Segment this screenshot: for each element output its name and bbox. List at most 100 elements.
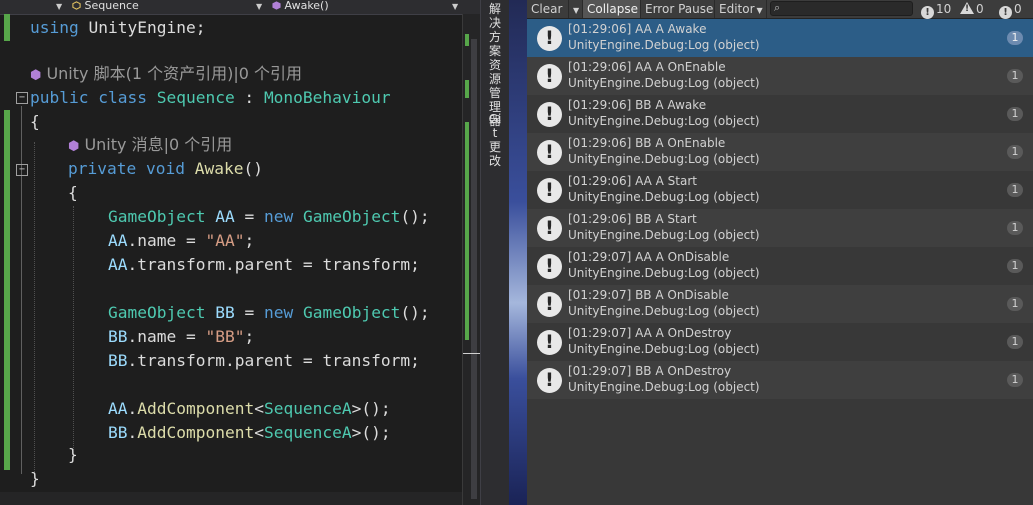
code-line-bb-addcomponent: BB.AddComponent<SequenceA>(); xyxy=(108,423,391,442)
code-line-new-bb: GameObject BB = new GameObject(); xyxy=(108,303,430,322)
code-editor[interactable]: ▼ Sequence ▼ Awake() ▼ − − using UnityEn… xyxy=(0,0,480,505)
console-log-entry[interactable]: ! [01:29:07] AA A OnDestroy UnityEngine.De… xyxy=(527,323,1033,361)
log-message: [01:29:06] BB A Start xyxy=(568,212,697,226)
method-dropdown[interactable]: Awake() xyxy=(272,0,329,14)
editor-dropdown[interactable]: Editor ▼ xyxy=(715,0,767,18)
log-message: [01:29:07] AA A OnDisable xyxy=(568,250,730,264)
console-log-entry[interactable]: ! [01:29:06] BB A Start UnityEngine.Debug:… xyxy=(527,209,1033,247)
chevron-down-icon: ▼ xyxy=(756,6,763,15)
console-log-entry[interactable]: ! [01:29:07] BB A OnDisable UnityEngine.De… xyxy=(527,285,1033,323)
info-icon: ! xyxy=(921,6,934,19)
method-dropdown-label: Awake() xyxy=(284,0,329,12)
collapse-toggle[interactable]: Collapse xyxy=(583,0,641,18)
code-line-bb-name: BB.name = "BB"; xyxy=(108,327,255,346)
unity-icon: ⬢ xyxy=(30,68,42,83)
info-icon: ! xyxy=(537,254,562,279)
collapse-count-badge: 1 xyxy=(1007,31,1023,45)
collapse-count-badge: 1 xyxy=(1007,259,1023,273)
log-message: [01:29:06] BB A Awake xyxy=(568,98,707,112)
log-stack-trace: UnityEngine.Debug:Log (object) xyxy=(568,152,760,166)
indent-guide xyxy=(34,142,35,472)
indent-guide xyxy=(73,206,74,450)
method-dropdown-arrow[interactable]: ▼ xyxy=(452,0,458,14)
console-log-entry[interactable]: ! [01:29:06] AA A Start UnityEngine.Debug:… xyxy=(527,171,1033,209)
class-dropdown-arrow[interactable]: ▼ xyxy=(256,0,262,14)
log-message: [01:29:07] BB A OnDisable xyxy=(568,288,729,302)
class-icon xyxy=(72,1,81,10)
info-icon: ! xyxy=(537,178,562,203)
collapse-count-badge: 1 xyxy=(1007,297,1023,311)
info-icon: ! xyxy=(537,330,562,355)
console-empty-area xyxy=(527,399,1033,505)
code-line-aa-parent: AA.transform.parent = transform; xyxy=(108,255,420,274)
info-icon: ! xyxy=(537,140,562,165)
code-line-class-open: { xyxy=(30,112,40,131)
navigation-bar: ▼ Sequence ▼ Awake() ▼ xyxy=(0,0,480,15)
code-line-class-close: } xyxy=(30,469,40,488)
clear-options-dropdown[interactable]: ▼ xyxy=(569,0,583,18)
codelens-class[interactable]: ⬢ Unity 脚本(1 个资产引用)|0 个引用 xyxy=(30,62,302,86)
vertical-scrollbar[interactable] xyxy=(462,14,480,505)
unity-console: Clear ▼ Collapse Error Pause Editor ▼ ⌕ !… xyxy=(527,0,1033,505)
console-log-entry[interactable]: ! [01:29:06] BB A Awake UnityEngine.Debug:… xyxy=(527,95,1033,133)
error-pause-toggle[interactable]: Error Pause xyxy=(641,0,715,18)
log-message: [01:29:06] AA A Awake xyxy=(568,22,707,36)
console-log-entry[interactable]: ! [01:29:06] AA A Awake UnityEngine.Debug:… xyxy=(527,19,1033,57)
info-icon: ! xyxy=(537,216,562,241)
log-stack-trace: UnityEngine.Debug:Log (object) xyxy=(568,190,760,204)
info-icon: ! xyxy=(537,102,562,127)
console-log-entry[interactable]: ! [01:29:06] AA A OnEnable UnityEngine.Deb… xyxy=(527,57,1033,95)
console-search-input[interactable]: ⌕ xyxy=(770,1,913,16)
collapse-count-badge: 1 xyxy=(1007,335,1023,349)
horizontal-scrollbar[interactable] xyxy=(0,492,462,505)
fold-toggle-class[interactable]: − xyxy=(16,92,28,104)
class-dropdown[interactable]: Sequence xyxy=(72,0,139,14)
error-icon: ! xyxy=(999,6,1012,19)
code-line-aa-name: AA.name = "AA"; xyxy=(108,231,255,250)
log-stack-trace: UnityEngine.Debug:Log (object) xyxy=(568,304,760,318)
console-log-entry[interactable]: ! [01:29:06] BB A OnEnable UnityEngine.Deb… xyxy=(527,133,1033,171)
log-stack-trace: UnityEngine.Debug:Log (object) xyxy=(568,380,760,394)
clear-button[interactable]: Clear xyxy=(527,0,569,18)
console-log-entry[interactable]: ! [01:29:07] AA A OnDisable UnityEngine.De… xyxy=(527,247,1033,285)
codelens-method[interactable]: ⬢ Unity 消息|0 个引用 xyxy=(68,133,232,157)
solution-explorer-tab[interactable]: 解决方案资源管理器 xyxy=(487,2,503,128)
log-message: [01:29:06] BB A OnEnable xyxy=(568,136,726,150)
log-stack-trace: UnityEngine.Debug:Log (object) xyxy=(568,114,760,128)
unity-icon: ⬢ xyxy=(68,139,80,154)
fold-toggle-method[interactable]: − xyxy=(16,164,28,176)
collapse-count-badge: 1 xyxy=(1007,373,1023,387)
git-changes-tab[interactable]: Git 更改 xyxy=(487,112,503,168)
console-log-entry[interactable]: ! [01:29:07] BB A OnDestroy UnityEngine.De… xyxy=(527,361,1033,399)
scroll-position-indicator xyxy=(463,353,480,354)
info-icon: ! xyxy=(537,368,562,393)
collapse-count-badge: 1 xyxy=(1007,145,1023,159)
log-message: [01:29:06] AA A OnEnable xyxy=(568,60,726,74)
code-line-method-open: { xyxy=(68,183,78,202)
collapse-count-badge: 1 xyxy=(1007,69,1023,83)
info-icon: ! xyxy=(537,292,562,317)
code-line-class-decl: public class Sequence : MonoBehaviour xyxy=(30,88,391,107)
scrollbar-thumb[interactable] xyxy=(471,39,477,499)
log-stack-trace: UnityEngine.Debug:Log (object) xyxy=(568,342,760,356)
change-marker xyxy=(465,122,469,340)
log-stack-trace: UnityEngine.Debug:Log (object) xyxy=(568,38,760,52)
error-count-toggle[interactable]: ! 0 xyxy=(999,0,1022,19)
warning-count-toggle[interactable]: ! 0 xyxy=(960,0,984,18)
log-count: 10 xyxy=(936,2,952,16)
method-icon xyxy=(272,1,281,10)
log-message: [01:29:07] AA A OnDestroy xyxy=(568,326,732,340)
search-icon: ⌕ xyxy=(774,1,781,14)
class-dropdown-label: Sequence xyxy=(84,0,139,12)
change-marker xyxy=(465,80,469,98)
change-marker xyxy=(465,34,469,46)
collapse-count-badge: 1 xyxy=(1007,221,1023,235)
project-dropdown[interactable]: ▼ xyxy=(56,0,62,14)
log-count-toggle[interactable]: ! 10 xyxy=(921,0,952,19)
error-count: 0 xyxy=(1014,2,1022,16)
code-area[interactable]: − − using UnityEngine; ⬢ Unity 脚本(1 个资产引… xyxy=(0,14,462,505)
log-stack-trace: UnityEngine.Debug:Log (object) xyxy=(568,76,760,90)
unity-scene-background xyxy=(509,0,527,505)
log-stack-trace: UnityEngine.Debug:Log (object) xyxy=(568,228,760,242)
warning-count: 0 xyxy=(976,2,984,16)
